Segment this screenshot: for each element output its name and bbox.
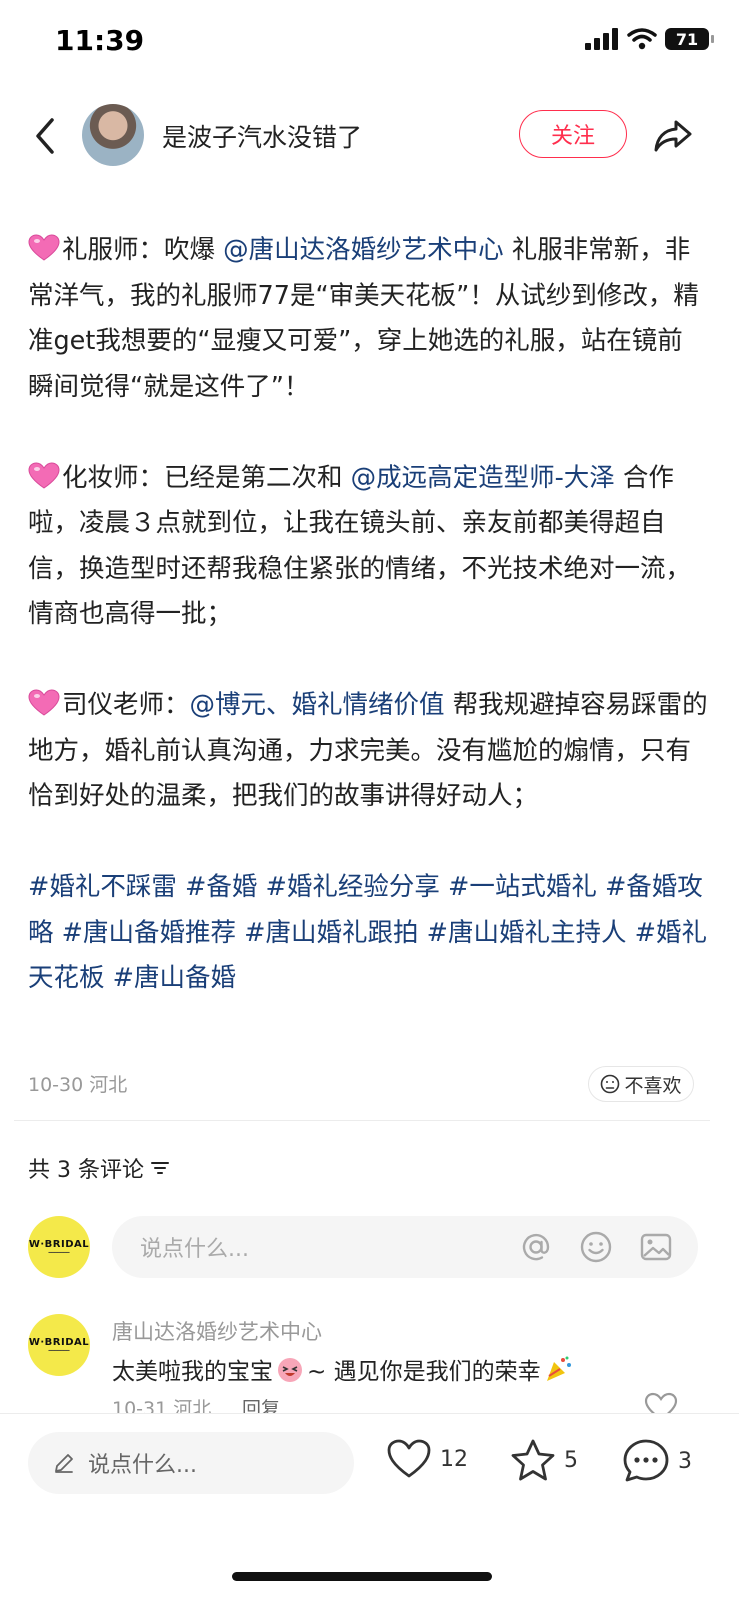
- hashtag-link[interactable]: #备婚: [185, 872, 257, 902]
- commenter-avatar-tagline: ━━━━━━━: [48, 1347, 70, 1354]
- user-mention-link[interactable]: @唐山达洛婚纱艺术中心: [223, 235, 504, 265]
- share-icon[interactable]: [652, 114, 694, 156]
- dislike-label: 不喜欢: [624, 1074, 682, 1097]
- hashtag-link[interactable]: #唐山婚礼主持人: [427, 918, 627, 948]
- hashtag-link[interactable]: #唐山婚礼跟拍: [244, 918, 418, 948]
- like-action[interactable]: 12: [386, 1438, 468, 1480]
- brand-avatar-text: W·BRIDAL: [28, 1238, 90, 1250]
- brand-avatar-tagline: ━━━━━━━: [48, 1249, 70, 1256]
- comment-input-placeholder: 说点什么...: [140, 1237, 249, 1262]
- status-time: 11:39: [55, 24, 145, 57]
- author-avatar[interactable]: [82, 104, 144, 166]
- pink-heart-icon: [28, 234, 60, 261]
- heart-icon: [387, 1439, 431, 1478]
- home-indicator: [232, 1572, 492, 1581]
- bottom-comment-input[interactable]: 说点什么...: [28, 1432, 354, 1494]
- my-avatar: W·BRIDAL ━━━━━━━: [28, 1216, 90, 1278]
- hashtag-link[interactable]: #唐山备婚推荐: [62, 918, 236, 948]
- post-paragraph: 化妆师：已经是第二次和 @成远高定造型师-大泽 合作啦，凌晨３点就到位，让我在镜…: [28, 456, 708, 638]
- image-icon[interactable]: [638, 1229, 674, 1265]
- follow-button[interactable]: 关注: [519, 110, 627, 158]
- comment-input[interactable]: 说点什么...: [112, 1216, 698, 1278]
- like-count: 12: [440, 1446, 468, 1472]
- comment-text: 太美啦我的宝宝 ~ 遇见你是我们的荣幸: [112, 1352, 575, 1386]
- post-paragraph: 礼服师：吹爆 @唐山达洛婚纱艺术中心 礼服非常新，非常洋气，我的礼服师77是“审…: [28, 228, 708, 410]
- hashtag-link[interactable]: #唐山备婚: [113, 963, 236, 993]
- author-name[interactable]: 是波子汽水没错了: [162, 118, 362, 154]
- bottom-input-placeholder: 说点什么...: [88, 1453, 197, 1478]
- comment-bubble-icon: [623, 1439, 669, 1482]
- comment-text-part: ~ 遇见你是我们的荣幸: [307, 1359, 541, 1385]
- commenter-avatar[interactable]: W·BRIDAL ━━━━━━━: [28, 1314, 90, 1376]
- post-text: 礼服师：吹爆: [62, 235, 224, 265]
- commenter-avatar-text: W·BRIDAL: [28, 1336, 90, 1348]
- pink-heart-icon: [28, 689, 60, 716]
- party-popper-icon: [546, 1356, 571, 1381]
- comment-count: 3: [678, 1448, 692, 1474]
- hashtag-link[interactable]: #婚礼经验分享: [265, 872, 439, 902]
- comment-action[interactable]: 3: [622, 1438, 692, 1484]
- post-date-location: 10-30 河北: [28, 1074, 128, 1096]
- comment-count-header[interactable]: 共 3 条评论: [28, 1152, 170, 1184]
- back-arrow-icon[interactable]: [28, 114, 64, 158]
- collect-count: 5: [564, 1447, 578, 1473]
- collect-action[interactable]: 5: [510, 1438, 578, 1482]
- star-icon: [511, 1439, 555, 1481]
- comment-text-part: 太美啦我的宝宝: [112, 1359, 273, 1385]
- user-mention-link[interactable]: @成远高定造型师-大泽: [351, 463, 615, 493]
- wifi-icon: [627, 28, 657, 50]
- emoji-icon[interactable]: [578, 1229, 614, 1265]
- section-divider: [14, 1120, 710, 1121]
- hashtag-link[interactable]: #一站式婚礼: [448, 872, 597, 902]
- pencil-icon: [55, 1454, 73, 1473]
- post-text: 司仪老师：: [62, 690, 190, 720]
- post-paragraph: 司仪老师：@博元、婚礼情绪价值 帮我规避掉容易踩雷的地方，婚礼前认真沟通，力求完…: [28, 683, 708, 820]
- dislike-button[interactable]: 不喜欢: [588, 1066, 694, 1102]
- comment-count-label: 共 3 条评论: [28, 1158, 144, 1183]
- comment-author[interactable]: 唐山达洛婚纱艺术中心: [112, 1316, 322, 1346]
- signal-icon: [585, 28, 618, 50]
- status-icons: 71: [585, 28, 714, 50]
- hashtag-list: #婚礼不踩雷 #备婚 #婚礼经验分享 #一站式婚礼 #备婚攻略 #唐山备婚推荐 …: [28, 865, 708, 1002]
- post-text: 化妆师：已经是第二次和: [62, 462, 351, 493]
- post-body: 礼服师：吹爆 @唐山达洛婚纱艺术中心 礼服非常新，非常洋气，我的礼服师77是“审…: [28, 228, 708, 1002]
- laughing-emoji-icon: [278, 1358, 302, 1382]
- battery-indicator: 71: [665, 28, 714, 50]
- user-mention-link[interactable]: @博元、婚礼情绪价值: [190, 690, 445, 720]
- hashtag-link[interactable]: #婚礼不踩雷: [28, 872, 177, 902]
- mention-at-icon[interactable]: [518, 1229, 554, 1265]
- sort-filter-icon: [150, 1162, 169, 1174]
- frown-face-icon: [601, 1074, 620, 1094]
- pink-heart-icon: [28, 461, 60, 489]
